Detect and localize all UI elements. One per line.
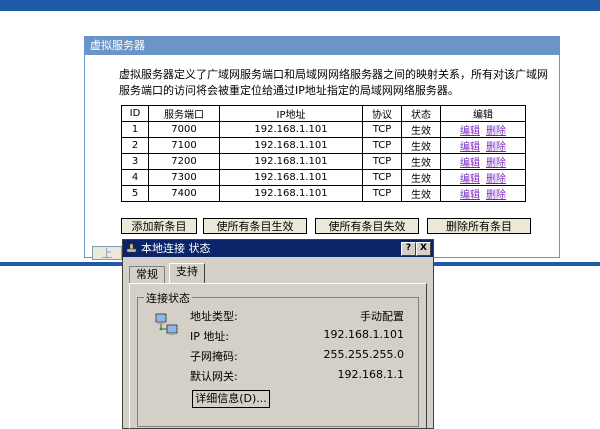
- row-actions: 编辑 删除: [440, 185, 526, 202]
- ip-address-value: 192.168.1.101: [323, 328, 404, 341]
- edit-link[interactable]: 编辑: [460, 190, 480, 201]
- disable-all-button[interactable]: 使所有条目失效: [315, 218, 419, 234]
- panel-description: 虚拟服务器定义了广域网服务端口和局域网网络服务器之间的映射关系，所有对该广域网服…: [119, 68, 548, 97]
- row-status: 生效: [401, 153, 441, 170]
- dialog-title: 本地连接 状态: [141, 242, 211, 255]
- dialog-titlebar[interactable]: 本地连接 状态 ? X: [123, 240, 433, 257]
- address-type-value: 手动配置: [360, 310, 404, 323]
- col-edit: 编辑: [440, 105, 526, 122]
- delete-link[interactable]: 删除: [486, 142, 506, 153]
- address-type-label: 地址类型:: [190, 310, 238, 323]
- connection-status-group: 连接状态 地址类型: 手动配置 IP 地址: 192.168.1.101 子网掩…: [137, 290, 419, 427]
- row-port: 7100: [148, 137, 220, 154]
- row-port: 7300: [148, 169, 220, 186]
- add-entry-button[interactable]: 添加新条目: [121, 218, 197, 234]
- network-connection-icon: [126, 243, 137, 253]
- table-row: 5 7400 192.168.1.101 TCP 生效 编辑 删除: [121, 185, 526, 202]
- tab-support[interactable]: 支持: [169, 263, 205, 284]
- delete-link[interactable]: 删除: [486, 158, 506, 169]
- row-port: 7400: [148, 185, 220, 202]
- connection-status-dialog: 本地连接 状态 ? X 常规 支持 连接状态 地址类型: 手动配置 IP 地址:…: [122, 239, 434, 429]
- top-banner: [0, 0, 600, 11]
- row-actions: 编辑 删除: [440, 153, 526, 170]
- col-status: 状态: [401, 105, 441, 122]
- edit-link[interactable]: 编辑: [460, 158, 480, 169]
- row-port: 7000: [148, 121, 220, 138]
- default-gateway-value: 192.168.1.1: [337, 368, 404, 381]
- row-ip: 192.168.1.101: [219, 169, 363, 186]
- delete-link[interactable]: 删除: [486, 174, 506, 185]
- row-status: 生效: [401, 121, 441, 138]
- table-header-row: ID 服务端口 IP地址 协议 状态 编辑: [121, 105, 526, 122]
- row-ip: 192.168.1.101: [219, 121, 363, 138]
- edit-link[interactable]: 编辑: [460, 142, 480, 153]
- ip-address-label: IP 地址:: [190, 330, 230, 343]
- row-id: 5: [121, 185, 149, 202]
- group-label: 连接状态: [144, 290, 192, 306]
- col-id: ID: [121, 105, 149, 122]
- col-port: 服务端口: [148, 105, 220, 122]
- subnet-mask-value: 255.255.255.0: [323, 348, 404, 361]
- default-gateway-label: 默认网关:: [190, 370, 238, 383]
- obscured-button[interactable]: 上: [92, 246, 122, 260]
- close-button[interactable]: X: [416, 242, 431, 256]
- row-ip: 192.168.1.101: [219, 153, 363, 170]
- table-row: 4 7300 192.168.1.101 TCP 生效 编辑 删除: [121, 169, 526, 186]
- delete-all-button[interactable]: 删除所有条目: [427, 218, 531, 234]
- table-row: 1 7000 192.168.1.101 TCP 生效 编辑 删除: [121, 121, 526, 138]
- row-ip: 192.168.1.101: [219, 137, 363, 154]
- help-button[interactable]: ?: [401, 242, 416, 256]
- col-protocol: 协议: [362, 105, 402, 122]
- row-protocol: TCP: [362, 137, 402, 154]
- enable-all-button[interactable]: 使所有条目生效: [203, 218, 307, 234]
- row-protocol: TCP: [362, 185, 402, 202]
- tab-support-content: 连接状态 地址类型: 手动配置 IP 地址: 192.168.1.101 子网掩…: [129, 283, 427, 429]
- row-port: 7200: [148, 153, 220, 170]
- row-actions: 编辑 删除: [440, 121, 526, 138]
- edit-link[interactable]: 编辑: [460, 174, 480, 185]
- row-protocol: TCP: [362, 121, 402, 138]
- row-actions: 编辑 删除: [440, 169, 526, 186]
- virtual-server-panel: 虚拟服务器 虚拟服务器定义了广域网服务端口和局域网网络服务器之间的映射关系，所有…: [84, 36, 560, 258]
- network-computers-icon: [155, 313, 178, 335]
- table-row: 2 7100 192.168.1.101 TCP 生效 编辑 删除: [121, 137, 526, 154]
- table-row: 3 7200 192.168.1.101 TCP 生效 编辑 删除: [121, 153, 526, 170]
- row-protocol: TCP: [362, 169, 402, 186]
- delete-link[interactable]: 删除: [486, 126, 506, 137]
- row-ip: 192.168.1.101: [219, 185, 363, 202]
- panel-title: 虚拟服务器: [85, 37, 559, 55]
- edit-link[interactable]: 编辑: [460, 126, 480, 137]
- row-id: 1: [121, 121, 149, 138]
- row-id: 4: [121, 169, 149, 186]
- row-status: 生效: [401, 185, 441, 202]
- virtual-server-table: ID 服务端口 IP地址 协议 状态 编辑 1 7000 192.168.1.1…: [121, 105, 526, 202]
- subnet-mask-label: 子网掩码:: [190, 350, 238, 363]
- row-protocol: TCP: [362, 153, 402, 170]
- delete-link[interactable]: 删除: [486, 190, 506, 201]
- row-id: 3: [121, 153, 149, 170]
- col-ip: IP地址: [219, 105, 363, 122]
- row-status: 生效: [401, 137, 441, 154]
- row-status: 生效: [401, 169, 441, 186]
- row-id: 2: [121, 137, 149, 154]
- details-button[interactable]: 详细信息(D)...: [192, 390, 270, 408]
- tab-general[interactable]: 常规: [129, 266, 165, 283]
- row-actions: 编辑 删除: [440, 137, 526, 154]
